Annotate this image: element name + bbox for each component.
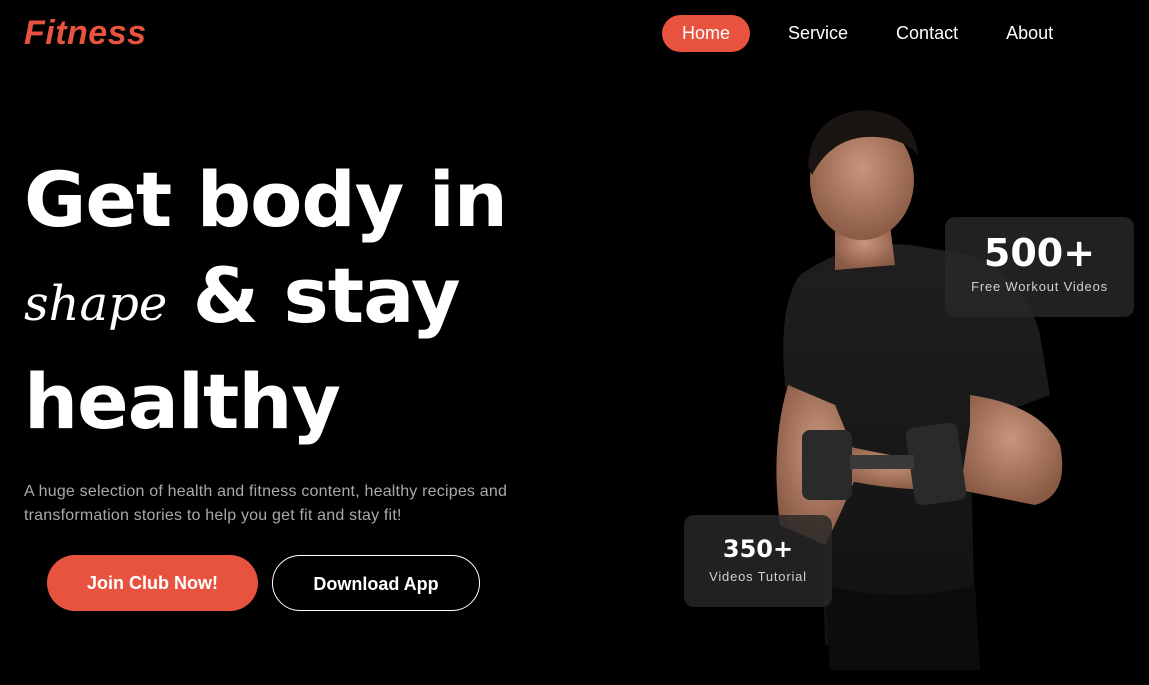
stat-label: Free Workout Videos [971, 279, 1108, 294]
stat-value: 350+ [722, 535, 794, 563]
hero-title: Get body in shape & stay healthy [24, 152, 584, 450]
stat-card-video-tutorials: 350+ Videos Tutorial [684, 515, 832, 607]
hero-title-script: shape [24, 276, 168, 332]
nav-home[interactable]: Home [662, 15, 751, 52]
hero-subtitle: A huge selection of health and fitness c… [24, 483, 508, 524]
nav-service[interactable]: Service [768, 15, 868, 52]
main-nav: Home Service Contact About [662, 15, 1081, 52]
stat-card-workout-videos: 500+ Free Workout Videos [945, 217, 1134, 317]
hero-title-line-2-text: & stay [192, 251, 461, 340]
hero-title-line-2: shape & stay [24, 248, 584, 354]
download-app-button[interactable]: Download App [272, 555, 480, 611]
brand-logo[interactable]: Fitness [24, 14, 147, 53]
hero-title-line-3: healthy [24, 357, 341, 446]
stat-label: Videos Tutorial [709, 569, 807, 584]
hero-title-line-1: Get body in [24, 155, 508, 244]
nav-about[interactable]: About [986, 15, 1073, 52]
nav-contact[interactable]: Contact [876, 15, 978, 52]
join-club-button[interactable]: Join Club Now! [47, 555, 258, 611]
stat-value: 500+ [983, 231, 1096, 275]
